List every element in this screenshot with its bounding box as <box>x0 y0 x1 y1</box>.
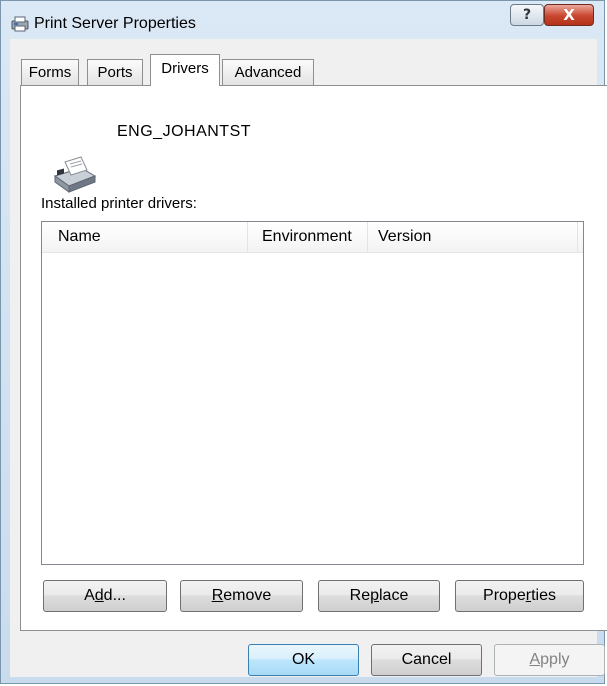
print-server-icon <box>11 16 29 32</box>
remove-access-key: R <box>211 587 224 604</box>
replace-button[interactable]: Replace <box>318 580 440 612</box>
column-header-name[interactable]: Name <box>42 222 248 252</box>
add-label-start: A <box>84 587 95 604</box>
tab-ports[interactable]: Ports <box>87 59 143 85</box>
add-label-end: d... <box>103 587 126 604</box>
column-header-version[interactable]: Version <box>368 222 578 252</box>
tab-drivers[interactable]: Drivers <box>150 54 220 86</box>
fax-printer-icon <box>51 154 99 194</box>
properties-label-start: Prope <box>483 587 526 604</box>
close-icon: X <box>563 6 575 24</box>
replace-label-end: lace <box>379 587 409 604</box>
apply-access-key: A <box>529 651 541 668</box>
remove-button[interactable]: Remove <box>180 580 303 612</box>
print-server-properties-window: Print Server Properties ? X Forms Ports … <box>0 0 607 684</box>
installed-drivers-label: Installed printer drivers: <box>41 195 197 212</box>
replace-label-start: Re <box>349 587 371 604</box>
list-header: Name Environment Version <box>42 222 583 253</box>
tab-advanced[interactable]: Advanced <box>222 59 314 85</box>
title-bar[interactable]: Print Server Properties ? X <box>1 1 606 39</box>
help-button[interactable]: ? <box>510 4 544 26</box>
close-button[interactable]: X <box>544 4 594 26</box>
apply-label-end: pply <box>540 651 570 668</box>
tab-forms[interactable]: Forms <box>21 59 79 85</box>
remove-label-end: emove <box>223 587 272 604</box>
apply-button[interactable]: Apply <box>494 644 605 676</box>
server-name: ENG_JOHANTST <box>117 123 252 140</box>
properties-label-end: ties <box>531 587 556 604</box>
add-access-key: d <box>94 587 104 604</box>
properties-button[interactable]: Properties <box>455 580 584 612</box>
window-title: Print Server Properties <box>34 15 196 32</box>
cancel-button[interactable]: Cancel <box>371 644 482 676</box>
replace-access-key: p <box>370 587 379 604</box>
ok-button[interactable]: OK <box>248 644 359 676</box>
add-button[interactable]: Add... <box>43 580 167 612</box>
column-header-environment[interactable]: Environment <box>248 222 368 252</box>
installed-drivers-list[interactable]: Name Environment Version <box>41 221 584 565</box>
